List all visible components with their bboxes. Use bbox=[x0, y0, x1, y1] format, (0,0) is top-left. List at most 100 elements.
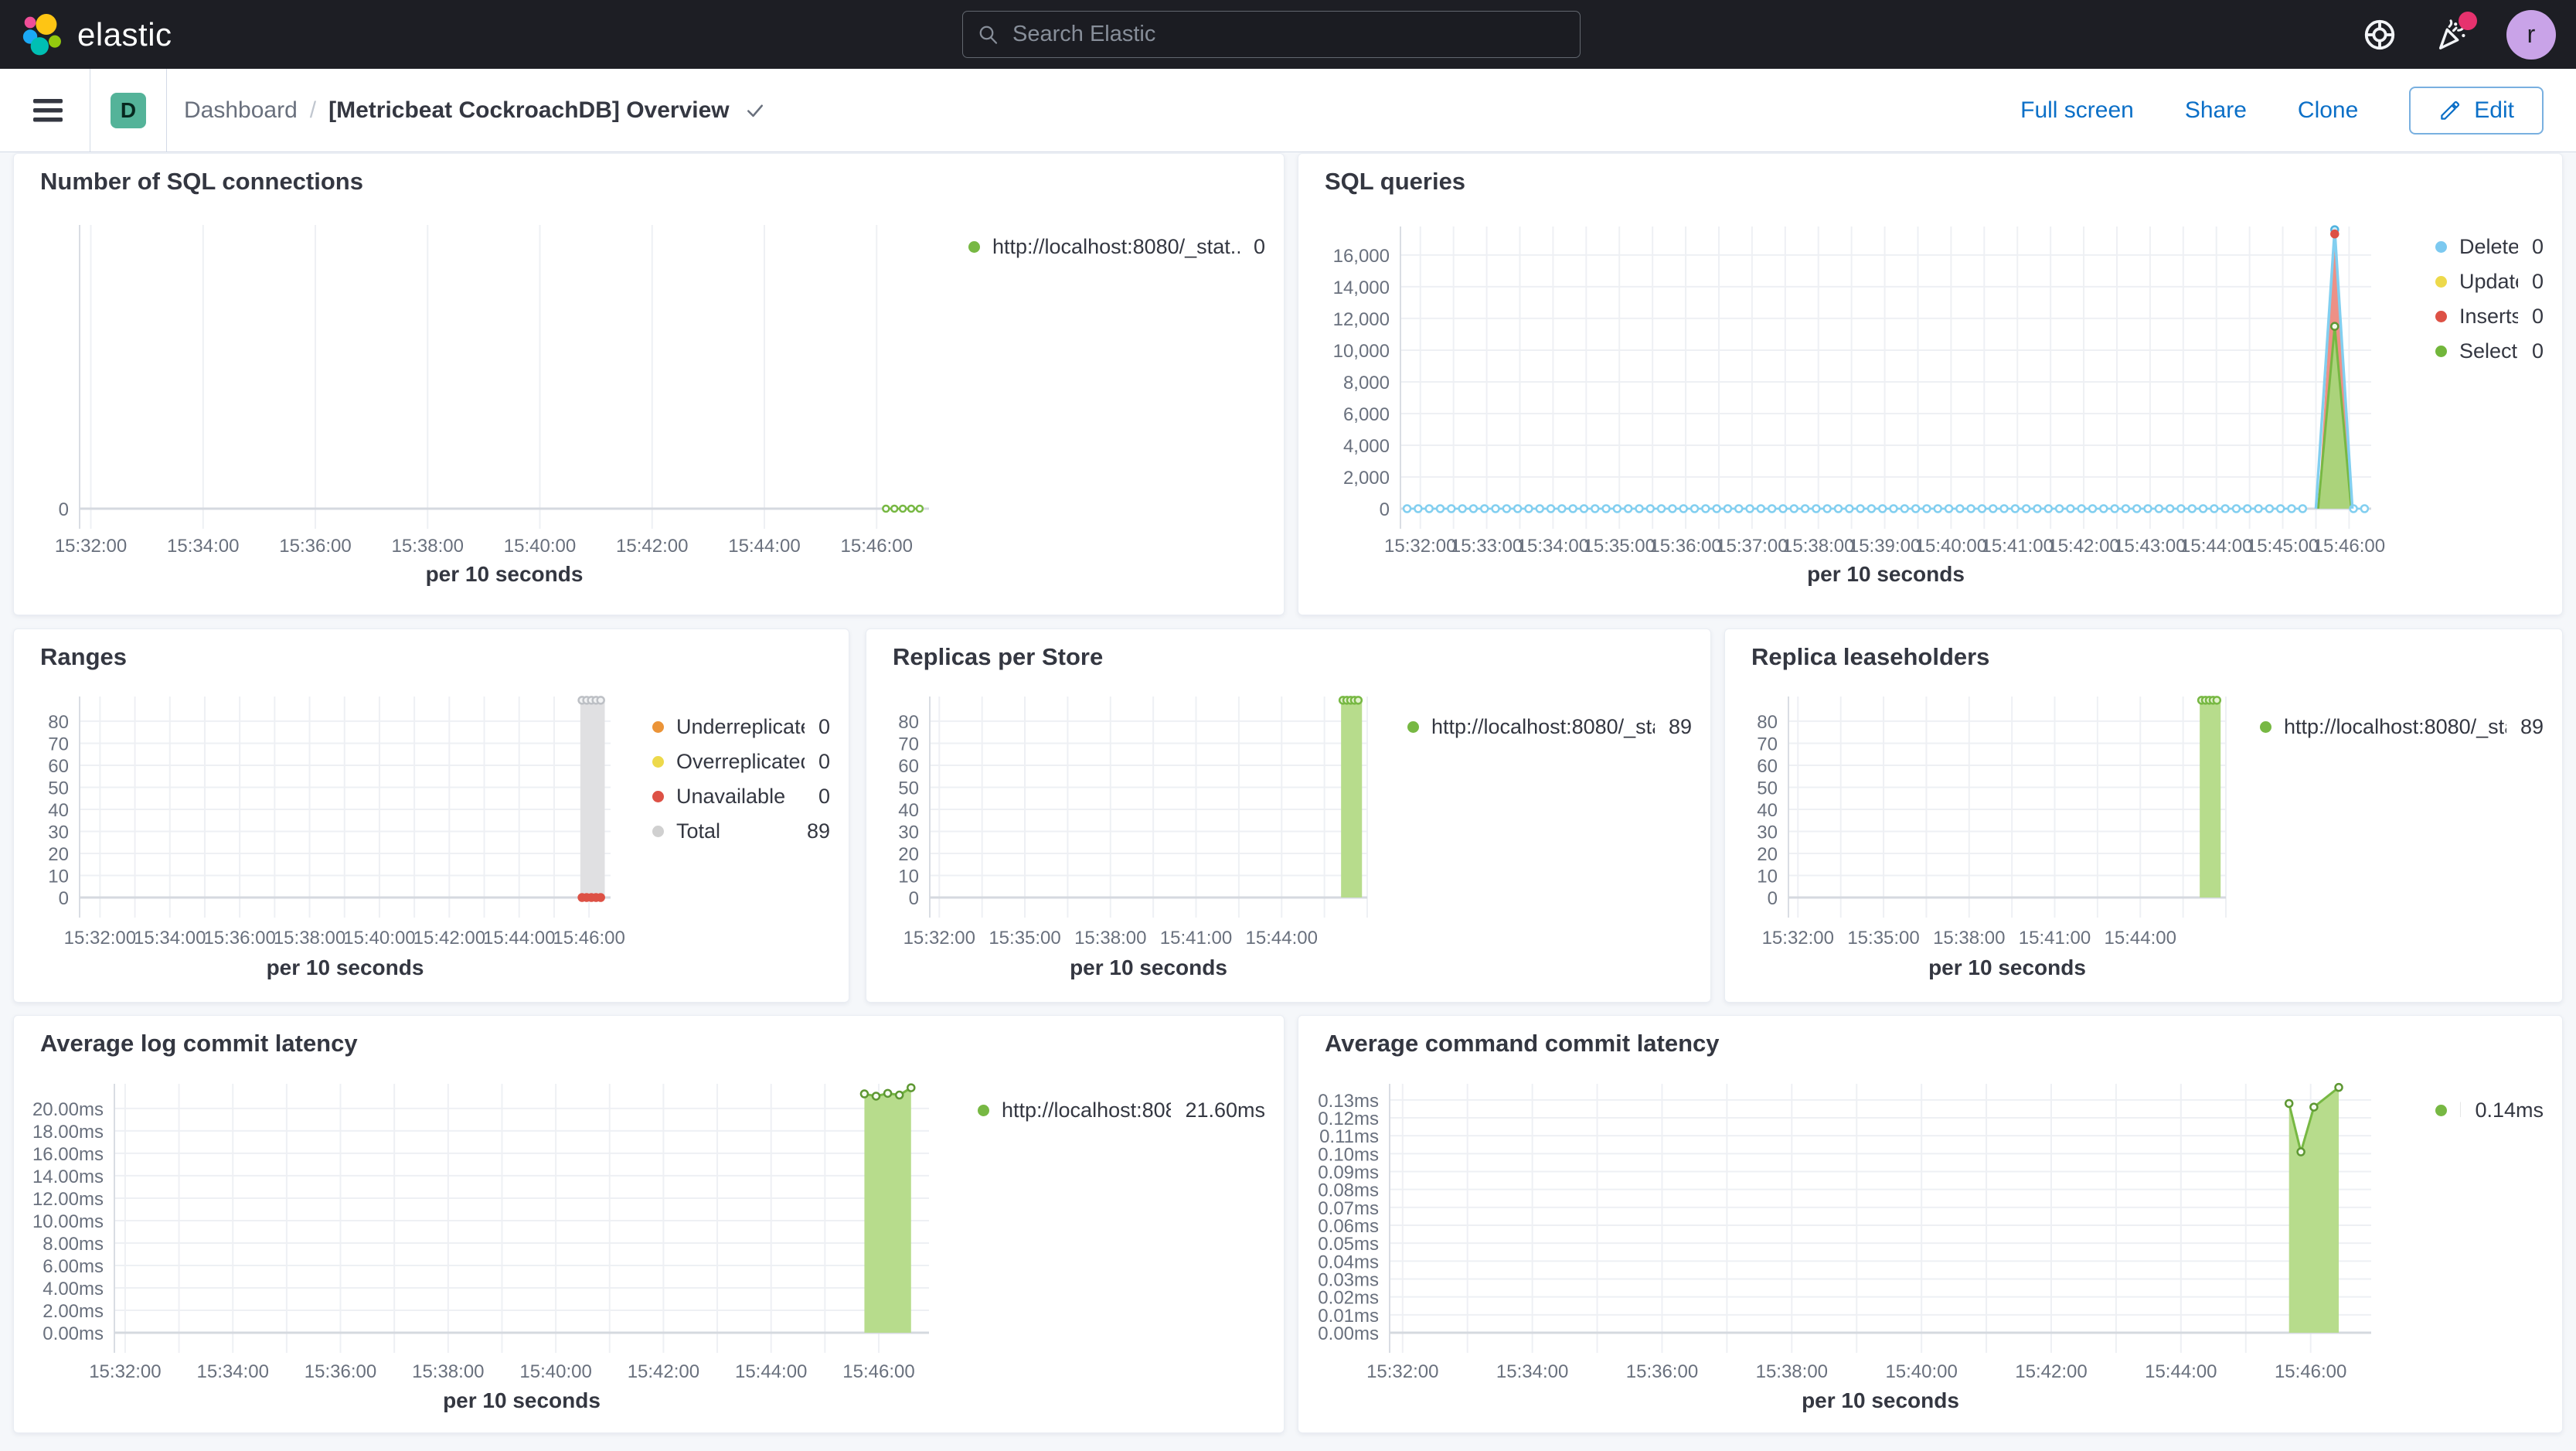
svg-text:10: 10 bbox=[48, 866, 69, 887]
svg-text:per 10 seconds: per 10 seconds bbox=[267, 955, 424, 979]
svg-text:15:46:00: 15:46:00 bbox=[2313, 536, 2385, 557]
breadcrumb-dashboard-link[interactable]: Dashboard bbox=[184, 97, 298, 124]
legend-item[interactable]: Overreplicated 0 bbox=[652, 744, 830, 779]
chart-avg-command-commit-latency[interactable]: 0.00ms0.01ms0.02ms0.03ms0.04ms0.05ms0.06… bbox=[1298, 1016, 2564, 1434]
svg-text:0.10ms: 0.10ms bbox=[1318, 1144, 1379, 1165]
legend-item[interactable]: Total 89 bbox=[652, 814, 830, 849]
svg-text:15:32:00: 15:32:00 bbox=[1762, 928, 1834, 949]
svg-text:15:38:00: 15:38:00 bbox=[274, 928, 345, 949]
help-button[interactable] bbox=[2361, 16, 2398, 53]
elastic-logo[interactable]: elastic bbox=[22, 0, 172, 69]
svg-text:15:46:00: 15:46:00 bbox=[2275, 1361, 2346, 1382]
svg-text:15:40:00: 15:40:00 bbox=[519, 1361, 591, 1382]
svg-text:15:40:00: 15:40:00 bbox=[343, 928, 415, 949]
svg-text:0.13ms: 0.13ms bbox=[1318, 1091, 1379, 1112]
svg-text:0.08ms: 0.08ms bbox=[1318, 1180, 1379, 1201]
legend-item[interactable]: Selects 0 bbox=[2435, 334, 2544, 369]
svg-text:15:43:00: 15:43:00 bbox=[2114, 536, 2186, 557]
full-screen-button[interactable]: Full screen bbox=[2020, 97, 2134, 124]
legend: http://localhost:8080... 0.14ms bbox=[2435, 1093, 2544, 1128]
svg-text:40: 40 bbox=[1757, 800, 1778, 821]
navbar: D Dashboard / [Metricbeat CockroachDB] O… bbox=[0, 68, 2576, 152]
legend-item[interactable]: Deletes 0 bbox=[2435, 230, 2544, 264]
legend-item[interactable]: Underreplicated 0 bbox=[652, 710, 830, 744]
legend-item[interactable]: http://localhost:8080/_sta... 89 bbox=[2260, 710, 2544, 744]
legend-item[interactable]: http://localhost:8080... 0.14ms bbox=[2435, 1093, 2544, 1128]
legend-label: Selects bbox=[2459, 339, 2518, 363]
svg-text:60: 60 bbox=[48, 756, 69, 777]
legend-item[interactable]: Updates 0 bbox=[2435, 264, 2544, 299]
search-input[interactable] bbox=[1011, 21, 1552, 48]
chart-replicas-per-store[interactable]: 01020304050607080 15:32:00 15:35:00 15:38:0… bbox=[866, 629, 1712, 1003]
svg-text:15:32:00: 15:32:00 bbox=[89, 1361, 161, 1382]
svg-text:15:44:00: 15:44:00 bbox=[1246, 928, 1318, 949]
svg-text:per 10 seconds: per 10 seconds bbox=[443, 1388, 601, 1412]
chart-avg-log-commit-latency[interactable]: 0.00ms2.00ms4.00ms6.00ms8.00ms10.00ms12.… bbox=[14, 1016, 1285, 1434]
svg-text:0.06ms: 0.06ms bbox=[1318, 1216, 1379, 1237]
svg-text:15:44:00: 15:44:00 bbox=[728, 536, 800, 557]
svg-text:15:44:00: 15:44:00 bbox=[483, 928, 555, 949]
svg-text:15:39:00: 15:39:00 bbox=[1849, 536, 1921, 557]
legend-item[interactable]: Inserts 0 bbox=[2435, 299, 2544, 334]
legend-value: 21.60ms bbox=[1185, 1098, 1265, 1122]
legend-value: 0 bbox=[818, 785, 830, 808]
legend-item[interactable]: Unavailable 0 bbox=[652, 779, 830, 814]
space-badge[interactable]: D bbox=[111, 92, 146, 128]
svg-text:6,000: 6,000 bbox=[1343, 404, 1390, 425]
svg-text:15:32:00: 15:32:00 bbox=[55, 536, 127, 557]
svg-text:70: 70 bbox=[898, 734, 919, 754]
panel-avg-log-commit-latency: Average log commit latency 0.00ms 2.00ms 4.… bbox=[13, 1015, 1285, 1433]
title-menu-button[interactable] bbox=[744, 99, 767, 122]
legend: http://localhost:8080/_stat... 0 bbox=[968, 230, 1265, 264]
chart-replica-leaseholders[interactable]: 01020304050607080 15:32:00 15:35:00 15:38:0… bbox=[1725, 629, 2564, 1003]
svg-text:50: 50 bbox=[898, 778, 919, 799]
svg-text:15:44:00: 15:44:00 bbox=[735, 1361, 807, 1382]
svg-text:15:37:00: 15:37:00 bbox=[1716, 536, 1788, 557]
dashboard-actions: Full screen Share Clone Edit bbox=[2020, 86, 2576, 135]
svg-text:0.11ms: 0.11ms bbox=[1319, 1126, 1379, 1147]
divider bbox=[166, 68, 167, 152]
svg-text:6.00ms: 6.00ms bbox=[43, 1256, 104, 1277]
avatar[interactable]: r bbox=[2506, 9, 2556, 60]
svg-text:70: 70 bbox=[48, 734, 69, 754]
svg-text:0: 0 bbox=[59, 499, 69, 520]
chart-sql-queries[interactable]: 0 2,000 4,000 6,000 8,000 10,000 12,000 14,000 1… bbox=[1298, 154, 2564, 616]
panel-avg-command-commit-latency: Average command commit latency 0.00ms 0.01… bbox=[1298, 1015, 2563, 1433]
legend-value: 0.14ms bbox=[2475, 1098, 2544, 1122]
legend-item[interactable]: http://localhost:808... 21.60ms bbox=[978, 1093, 1265, 1128]
svg-text:10: 10 bbox=[898, 866, 919, 887]
share-button[interactable]: Share bbox=[2185, 97, 2247, 124]
svg-text:15:40:00: 15:40:00 bbox=[1885, 1361, 1957, 1382]
svg-text:15:36:00: 15:36:00 bbox=[203, 928, 275, 949]
svg-text:15:35:00: 15:35:00 bbox=[989, 928, 1060, 949]
newsfeed-button[interactable] bbox=[2434, 11, 2477, 53]
svg-text:per 10 seconds: per 10 seconds bbox=[1070, 955, 1227, 979]
panel-sql-queries: SQL queries 0 2,000 4,000 6,000 8,000 10,000 12… bbox=[1298, 153, 2563, 615]
svg-text:30: 30 bbox=[1757, 822, 1778, 843]
svg-text:15:42:00: 15:42:00 bbox=[2015, 1361, 2087, 1382]
svg-text:15:34:00: 15:34:00 bbox=[1517, 536, 1589, 557]
global-search[interactable] bbox=[962, 11, 1581, 58]
chart-sql-connections[interactable]: 0 15:32:00 15:34:00 15:36:00 15:38:00 15:40:0… bbox=[14, 154, 1285, 616]
svg-text:10,000: 10,000 bbox=[1333, 341, 1390, 362]
svg-text:0.07ms: 0.07ms bbox=[1318, 1198, 1379, 1219]
svg-text:15:32:00: 15:32:00 bbox=[1366, 1361, 1438, 1382]
svg-text:18.00ms: 18.00ms bbox=[32, 1122, 104, 1143]
svg-text:80: 80 bbox=[898, 712, 919, 733]
svg-text:15:41:00: 15:41:00 bbox=[1982, 536, 2054, 557]
legend: http://localhost:808... 21.60ms bbox=[978, 1093, 1265, 1128]
page-title: [Metricbeat CockroachDB] Overview bbox=[328, 97, 730, 123]
notification-badge bbox=[2459, 11, 2477, 30]
legend-item[interactable]: http://localhost:8080/_stat... 0 bbox=[968, 230, 1265, 264]
svg-text:15:34:00: 15:34:00 bbox=[197, 1361, 269, 1382]
clone-button[interactable]: Clone bbox=[2298, 97, 2358, 124]
svg-text:per 10 seconds: per 10 seconds bbox=[426, 562, 584, 586]
legend-value: 89 bbox=[2520, 715, 2544, 738]
svg-text:12.00ms: 12.00ms bbox=[32, 1189, 104, 1210]
legend-swatch bbox=[2435, 276, 2447, 288]
svg-text:20: 20 bbox=[898, 844, 919, 865]
menu-button[interactable] bbox=[25, 87, 71, 134]
edit-button[interactable]: Edit bbox=[2409, 86, 2544, 135]
legend-item[interactable]: http://localhost:8080/_sta... 89 bbox=[1407, 710, 1692, 744]
svg-text:15:32:00: 15:32:00 bbox=[903, 928, 975, 949]
